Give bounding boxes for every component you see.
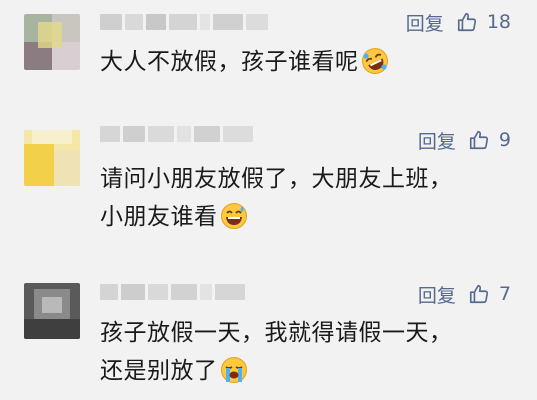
avatar[interactable] — [24, 130, 80, 186]
comment-text-line-2: 小朋友谁看 — [100, 204, 218, 230]
thumbs-up-icon — [469, 284, 488, 304]
comment-text-line-2: 还是别放了 — [100, 358, 218, 384]
like-count: 18 — [486, 11, 511, 33]
comment-text: 大人不放假，孩子谁看呢 — [100, 43, 519, 81]
comment-actions: 回复 9 — [418, 127, 511, 154]
grinning-sweat-emoji — [220, 203, 247, 229]
comment-actions: 回复 7 — [418, 281, 511, 308]
thumbs-up-icon — [457, 12, 476, 32]
username-blurred — [100, 124, 300, 144]
like-button[interactable]: 9 — [468, 129, 511, 151]
like-button[interactable]: 7 — [468, 283, 511, 305]
loudly-crying-emoji — [220, 357, 247, 383]
comment-text-line-1: 孩子放假一天，我就得请假一天， — [100, 320, 453, 346]
like-count: 9 — [498, 129, 511, 151]
comment-text: 孩子放假一天，我就得请假一天， 还是别放了 — [100, 314, 519, 390]
thumbs-up-icon — [469, 130, 488, 150]
comment-text: 请问小朋友放假了，大朋友上班， 小朋友谁看 — [100, 160, 519, 236]
like-count: 7 — [498, 283, 511, 305]
username-blurred — [100, 12, 300, 32]
comment-actions: 回复 18 — [406, 9, 511, 36]
avatar[interactable] — [24, 14, 80, 70]
username-blurred — [100, 282, 300, 302]
like-button[interactable]: 18 — [456, 11, 511, 33]
reply-button[interactable]: 回复 — [418, 281, 456, 308]
reply-button[interactable]: 回复 — [406, 9, 444, 36]
comment-text-line-1: 请问小朋友放假了，大朋友上班， — [100, 166, 453, 192]
reply-button[interactable]: 回复 — [418, 127, 456, 154]
rolling-laughing-emoji — [361, 48, 388, 74]
avatar[interactable] — [24, 283, 80, 339]
